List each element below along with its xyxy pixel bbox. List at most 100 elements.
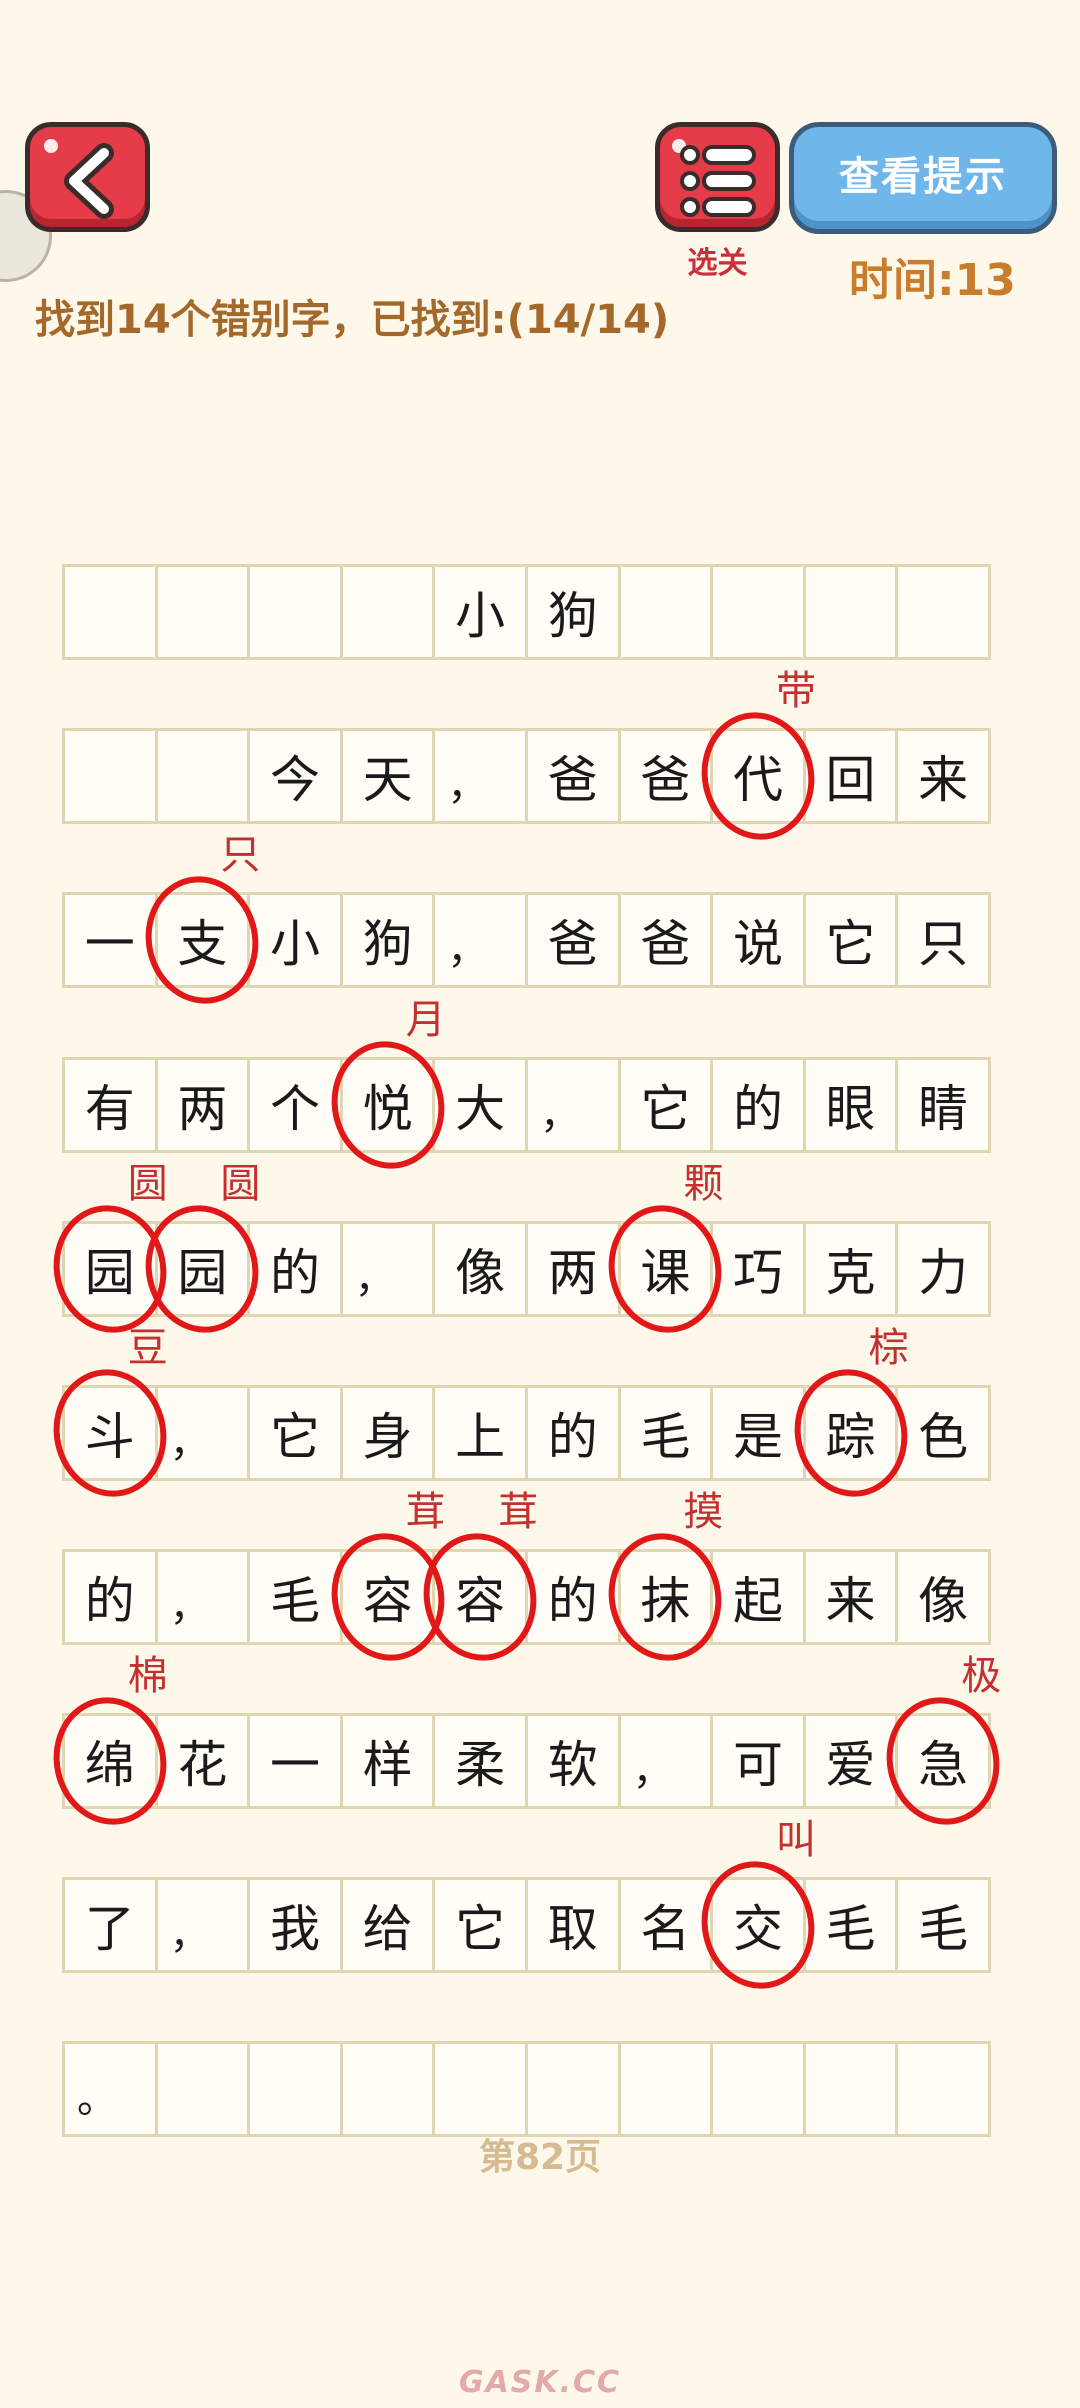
grid-cell[interactable]: 它 — [617, 1057, 714, 1153]
correction-label: 月 — [405, 997, 446, 1043]
grid-cell[interactable] — [802, 564, 899, 660]
grid-cell[interactable]: 毛 — [617, 1385, 714, 1481]
grid-cell[interactable] — [247, 2041, 343, 2137]
grid-cell[interactable]: ， — [524, 1057, 621, 1153]
grid-cell[interactable]: 巧 — [710, 1221, 806, 1317]
grid-cell[interactable]: 一 — [62, 892, 158, 988]
grid-cell[interactable]: 的 — [524, 1385, 621, 1481]
grid-cell[interactable]: ， — [432, 728, 528, 824]
grid-cell[interactable]: 回 — [802, 728, 899, 824]
grid-cell[interactable]: 爸 — [524, 728, 621, 824]
grid-cell[interactable] — [802, 2041, 899, 2137]
grid-cell[interactable]: 有 — [62, 1057, 158, 1153]
grid-cell[interactable]: 爸 — [617, 728, 714, 824]
grid-cell[interactable]: 大 — [432, 1057, 528, 1153]
back-button[interactable] — [25, 122, 150, 232]
grid-cell[interactable]: 天 — [339, 728, 436, 824]
grid-cell[interactable]: 爸 — [617, 892, 714, 988]
grid-cell[interactable] — [62, 564, 158, 660]
level-select-label: 选关 — [687, 246, 748, 281]
grid-cell[interactable] — [710, 2041, 806, 2137]
error-circle-mark — [41, 1686, 178, 1836]
grid-cell[interactable]: 毛 — [247, 1549, 343, 1645]
grid-cell[interactable]: 个 — [247, 1057, 343, 1153]
grid-cell[interactable]: 来 — [802, 1549, 899, 1645]
grid-cell[interactable]: 说 — [710, 892, 806, 988]
grid-cell[interactable]: 它 — [802, 892, 899, 988]
error-circle-mark — [412, 1522, 549, 1672]
grid-cell[interactable] — [339, 2041, 436, 2137]
grid-cell[interactable]: 狗 — [524, 564, 621, 660]
grid-cell[interactable] — [524, 2041, 621, 2137]
view-hint-button[interactable]: 查看提示 — [789, 122, 1057, 234]
grid-cell[interactable]: 柔 — [432, 1713, 528, 1809]
grid-cell[interactable]: 小 — [247, 892, 343, 988]
level-select-button[interactable] — [655, 122, 780, 232]
grid-cell[interactable]: 了 — [62, 1877, 158, 1973]
grid-cell[interactable] — [432, 2041, 528, 2137]
grid-cell[interactable]: 爸 — [524, 892, 621, 988]
grid-cell[interactable] — [154, 2041, 251, 2137]
grid-cell[interactable]: 上 — [432, 1385, 528, 1481]
grid-cell[interactable]: 毛 — [895, 1877, 991, 1973]
grid-cell[interactable]: 起 — [710, 1549, 806, 1645]
grid-cell[interactable]: 克 — [802, 1221, 899, 1317]
grid-cell[interactable]: ， — [617, 1713, 714, 1809]
grid-cell[interactable]: 爱 — [802, 1713, 899, 1809]
grid-row: 今天，爸爸代回来 — [62, 728, 1018, 824]
grid-row: 了，我给它取名交毛毛 — [62, 1877, 1018, 1973]
grid-cell[interactable]: 可 — [710, 1713, 806, 1809]
grid-cell[interactable]: 小 — [432, 564, 528, 660]
grid-cell[interactable]: 像 — [432, 1221, 528, 1317]
grid-cell[interactable]: 来 — [895, 728, 991, 824]
grid-cell[interactable]: 只 — [895, 892, 991, 988]
grid-cell[interactable]: 软 — [524, 1713, 621, 1809]
grid-cell[interactable]: ， — [154, 1877, 251, 1973]
grid-cell[interactable] — [62, 728, 158, 824]
grid-cell[interactable]: 的 — [524, 1549, 621, 1645]
grid-cell[interactable] — [617, 2041, 714, 2137]
grid-cell[interactable]: 。 — [62, 2041, 158, 2137]
grid-cell[interactable]: 睛 — [895, 1057, 991, 1153]
page-number: 第82页 — [478, 2137, 602, 2178]
grid-cell[interactable] — [895, 564, 991, 660]
grid-cell[interactable]: 力 — [895, 1221, 991, 1317]
grid-cell[interactable]: 狗 — [339, 892, 436, 988]
grid-cell[interactable]: 今 — [247, 728, 343, 824]
grid-cell[interactable]: ， — [432, 892, 528, 988]
grid-cell[interactable]: 取 — [524, 1877, 621, 1973]
grid-cell[interactable]: ， — [339, 1221, 436, 1317]
grid-cell[interactable]: 两 — [154, 1057, 251, 1153]
correction-label: 只 — [220, 832, 261, 878]
error-circle-mark — [782, 1358, 919, 1508]
grid-cell[interactable]: 名 — [617, 1877, 714, 1973]
grid-cell[interactable]: 的 — [710, 1057, 806, 1153]
grid-cell[interactable] — [154, 728, 251, 824]
grid-cell[interactable]: 的 — [247, 1221, 343, 1317]
grid-cell[interactable]: 眼 — [802, 1057, 899, 1153]
grid-cell[interactable]: 给 — [339, 1877, 436, 1973]
grid-cell[interactable]: ， — [154, 1549, 251, 1645]
grid-cell[interactable] — [339, 564, 436, 660]
grid-cell[interactable]: ， — [154, 1385, 251, 1481]
grid-cell[interactable] — [710, 564, 806, 660]
grid-cell[interactable]: 样 — [339, 1713, 436, 1809]
grid-cell[interactable]: 它 — [432, 1877, 528, 1973]
grid-cell[interactable]: 两 — [524, 1221, 621, 1317]
grid-cell[interactable]: 一 — [247, 1713, 343, 1809]
grid-cell[interactable]: 色 — [895, 1385, 991, 1481]
grid-cell[interactable]: 花 — [154, 1713, 251, 1809]
grid-cell[interactable] — [247, 564, 343, 660]
grid-cell[interactable]: 的 — [62, 1549, 158, 1645]
grid-cell[interactable] — [154, 564, 251, 660]
grid-cell[interactable]: 它 — [247, 1385, 343, 1481]
grid-cell[interactable] — [895, 2041, 991, 2137]
correction-label: 茸 — [405, 1489, 446, 1535]
grid-cell[interactable]: 毛 — [802, 1877, 899, 1973]
grid-cell[interactable]: 像 — [895, 1549, 991, 1645]
grid-cell[interactable]: 我 — [247, 1877, 343, 1973]
error-circle-mark — [134, 865, 271, 1015]
grid-cell[interactable]: 是 — [710, 1385, 806, 1481]
grid-cell[interactable] — [617, 564, 714, 660]
grid-cell[interactable]: 身 — [339, 1385, 436, 1481]
